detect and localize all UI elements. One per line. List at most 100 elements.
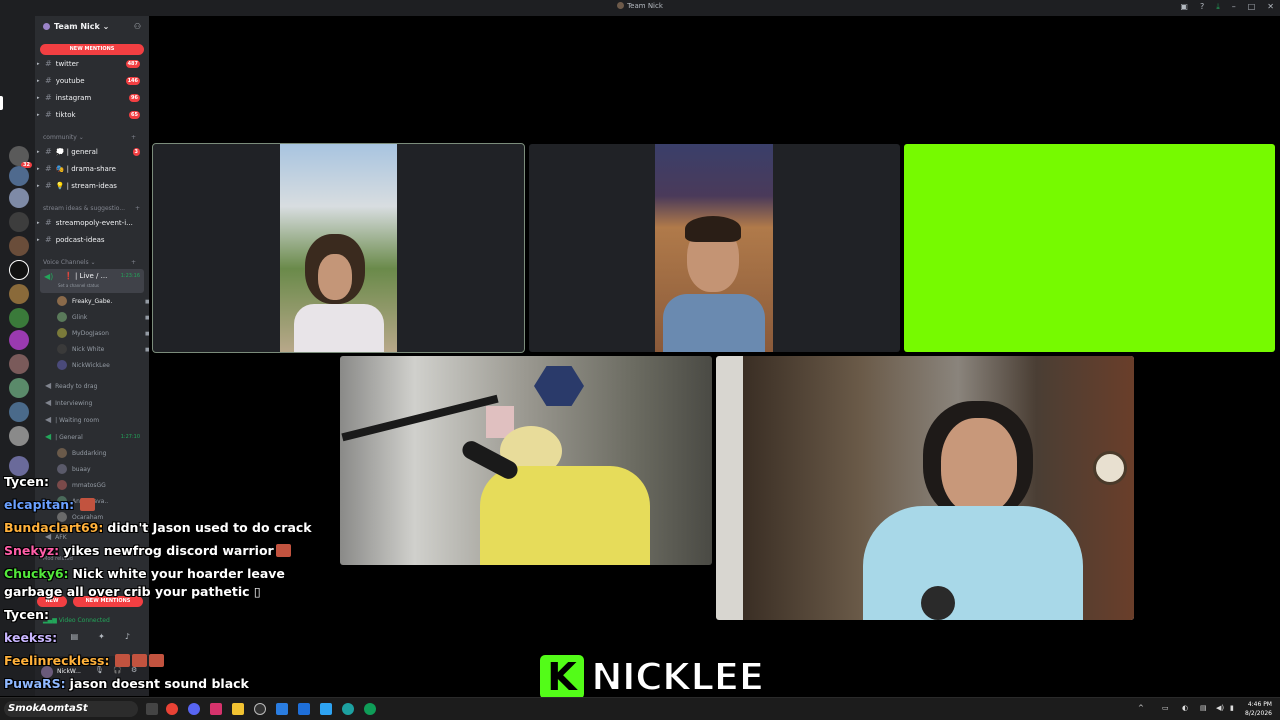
server-icon (617, 2, 625, 9)
category-community[interactable]: community ⌄ + (43, 134, 136, 141)
task-view-icon[interactable] (146, 703, 158, 715)
add-channel-icon[interactable]: + (131, 134, 136, 141)
chat-message: Tycen: (4, 474, 49, 489)
invite-icon[interactable]: ⚇ (134, 22, 141, 31)
avatar (57, 344, 67, 354)
taskbar-clock[interactable]: 4:46 PM 8/2/2026 (1245, 700, 1272, 718)
server-icon-5[interactable] (9, 236, 29, 256)
edge-icon[interactable] (342, 703, 354, 715)
voice-channel-interviewing[interactable]: ◀ Interviewing (35, 395, 149, 411)
voice-user[interactable]: NickWickLee (57, 359, 110, 373)
video-tile-5[interactable] (716, 356, 1134, 620)
network-icon[interactable]: ▤ (1200, 704, 1207, 712)
app-icon[interactable] (210, 703, 222, 715)
help-icon[interactable]: ? (1200, 2, 1204, 12)
channel-tiktok[interactable]: ▸ # tiktok 65 (35, 107, 149, 123)
voice-channel-live[interactable]: ◀) ❗ | Live / ... 1:23:16 Set a channel … (40, 269, 144, 293)
server-icon-6[interactable] (9, 260, 29, 280)
avatar (57, 312, 67, 322)
server-icon-10[interactable] (9, 354, 29, 374)
chat-message: keekss: (4, 630, 58, 645)
video-feed (340, 356, 712, 565)
category-voice[interactable]: Voice Channels ⌄ + (43, 259, 136, 266)
avatar (57, 296, 67, 306)
window-titlebar: Team Nick ▣ ? ⤓ – □ ✕ (0, 0, 1280, 16)
chat-message: Snekyz: yikes newfrog discord warrior (4, 539, 324, 562)
file-explorer-icon[interactable] (232, 703, 244, 715)
add-channel-icon[interactable]: + (135, 205, 140, 212)
channel-drama-share[interactable]: ▸ # 🎭 | drama-share (35, 161, 149, 177)
server-icon-8[interactable] (9, 308, 29, 328)
server-icon-11[interactable] (9, 378, 29, 398)
chat-message: Feelinreckless: (4, 649, 324, 672)
tray-chevron-icon[interactable]: ^ (1138, 704, 1144, 712)
channel-youtube[interactable]: ▸ # youtube 146 (35, 73, 149, 89)
tray-icon[interactable]: ▭ (1162, 704, 1169, 712)
taskbar-search[interactable]: SmokAomtaSt (4, 701, 138, 717)
maximize-icon[interactable]: □ (1248, 2, 1256, 12)
speaker-icon: ◀ (45, 398, 52, 407)
emote-icon (132, 654, 148, 667)
download-icon[interactable]: ⤓ (1216, 2, 1220, 12)
window-title: Team Nick (0, 2, 1280, 10)
category-stream-ideas[interactable]: stream ideas & suggestio... + (43, 205, 140, 212)
server-icon-7[interactable] (9, 284, 29, 304)
voice-channel-general[interactable]: ◀ | General 1:27:10 (35, 429, 149, 445)
inbox-icon[interactable]: ▣ (1180, 2, 1188, 12)
server-icon-1[interactable]: 32 (9, 146, 32, 168)
voice-user[interactable]: Nick White ■ (57, 343, 149, 357)
add-channel-icon[interactable]: + (131, 259, 136, 266)
close-icon[interactable]: ✕ (1267, 2, 1274, 12)
voice-user[interactable]: Glink ■ (57, 311, 149, 325)
video-tile-4[interactable] (340, 356, 712, 565)
voice-channel-waiting[interactable]: ◀ | Waiting room (35, 412, 149, 428)
volume-icon[interactable]: ◀) (1216, 704, 1224, 712)
server-icon-12[interactable] (9, 402, 29, 422)
server-icon-3[interactable] (9, 188, 29, 208)
channel-streamopoly[interactable]: ▸ # streamopoly-event-i... (35, 215, 149, 231)
channel-general[interactable]: ▸ # 💭 | general 3 (35, 144, 149, 160)
server-icon-4[interactable] (9, 212, 29, 232)
app-icon[interactable] (276, 703, 288, 715)
hash-icon: # (45, 110, 52, 119)
hash-icon: # (45, 164, 52, 173)
avatar (57, 448, 67, 458)
chat-message: Tycen: (4, 607, 49, 622)
app-icon[interactable] (298, 703, 310, 715)
windows-taskbar: SmokAomtaSt ^ ▭ ◐ ▤ ◀) ▮ 4:46 PM 8/2/202… (0, 697, 1280, 720)
obs-icon[interactable] (254, 703, 266, 715)
chat-message: Chucky6: Nick white your hoarder leave ga… (4, 566, 285, 599)
hash-icon: # (45, 147, 52, 156)
voice-user[interactable]: Freaky_Gabe. ■ (57, 295, 149, 309)
window-controls: ▣ ? ⤓ – □ ✕ (1180, 2, 1274, 12)
server-icon-2[interactable] (9, 166, 29, 186)
voice-channel-ready[interactable]: ◀ Ready to drag (35, 378, 149, 394)
channel-instagram[interactable]: ▸ # instagram 96 (35, 90, 149, 106)
battery-icon[interactable]: ▮ (1230, 704, 1234, 712)
video-tile-1[interactable] (152, 143, 525, 353)
chrome-icon[interactable] (166, 703, 178, 715)
speaker-icon: ◀ (45, 415, 52, 424)
channel-twitter[interactable]: ▸ # twitter 487 (35, 56, 149, 72)
tray-icon[interactable]: ◐ (1182, 704, 1188, 712)
camera-icon: ■ (145, 331, 149, 337)
voice-user[interactable]: Buddarking (57, 447, 106, 461)
new-mentions-pill[interactable]: NEW MENTIONS (40, 44, 144, 55)
discord-icon[interactable] (188, 703, 200, 715)
server-header[interactable]: Team Nick ⌄ ⚇ (35, 16, 149, 40)
channel-podcast-ideas[interactable]: ▸ # podcast-ideas (35, 232, 149, 248)
app-icon[interactable] (320, 703, 332, 715)
server-icon-9[interactable] (9, 330, 29, 350)
hash-icon: # (45, 235, 52, 244)
streamer-name: NICKLEE (590, 654, 765, 700)
minimize-icon[interactable]: – (1232, 2, 1236, 12)
video-tile-2[interactable] (529, 144, 900, 352)
camera-icon: ■ (145, 315, 149, 321)
video-feed (655, 144, 773, 352)
voice-user[interactable]: MyDogJason ■ (57, 327, 149, 341)
app-icon[interactable] (364, 703, 376, 715)
channel-stream-ideas[interactable]: ▸ # 💡 | stream-ideas (35, 178, 149, 194)
server-icon-13[interactable] (9, 426, 29, 446)
hash-icon: # (45, 218, 52, 227)
video-tile-3[interactable] (904, 144, 1275, 352)
